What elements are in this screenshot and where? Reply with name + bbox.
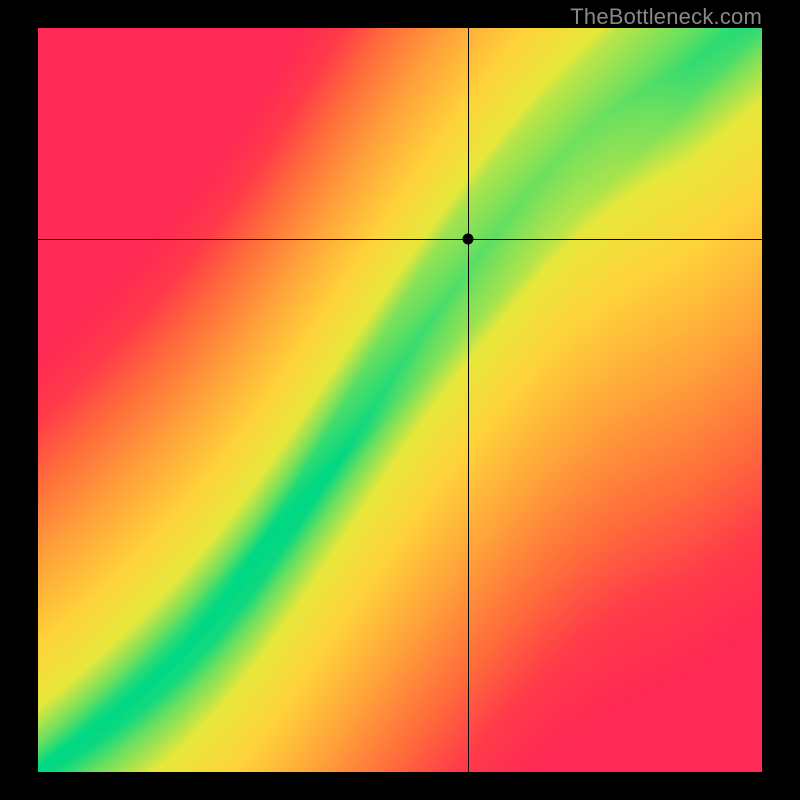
crosshair-vertical — [468, 28, 469, 772]
watermark-text: TheBottleneck.com — [570, 4, 762, 30]
crosshair-horizontal — [38, 239, 762, 240]
heatmap-canvas — [38, 28, 762, 772]
data-point-marker — [463, 233, 474, 244]
plot-frame — [38, 28, 762, 772]
chart-container: TheBottleneck.com — [0, 0, 800, 800]
